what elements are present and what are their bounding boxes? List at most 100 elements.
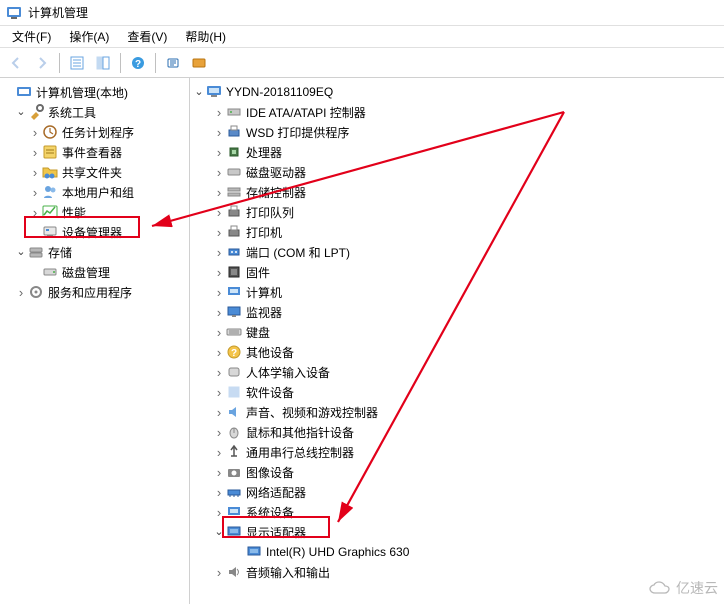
computer-management-icon xyxy=(16,84,32,100)
port-icon xyxy=(226,244,242,260)
sound-icon xyxy=(226,404,242,420)
tree-usb[interactable]: 通用串行总线控制器 xyxy=(190,442,724,462)
tree-disk-mgmt[interactable]: 磁盘管理 xyxy=(0,262,189,282)
expander-icon[interactable] xyxy=(212,205,226,219)
tree-shared-folders[interactable]: 共享文件夹 xyxy=(0,162,189,182)
menu-file[interactable]: 文件(F) xyxy=(4,26,59,47)
expander-icon[interactable] xyxy=(28,165,42,179)
tree-software-devices[interactable]: 软件设备 xyxy=(190,382,724,402)
tree-label: YYDN-20181109EQ xyxy=(226,85,333,99)
tree-system-devices[interactable]: 系统设备 xyxy=(190,502,724,522)
expander-icon[interactable] xyxy=(28,145,42,159)
svg-text:?: ? xyxy=(135,59,141,70)
expander-icon[interactable] xyxy=(212,405,226,419)
tree-ports[interactable]: 端口 (COM 和 LPT) xyxy=(190,242,724,262)
expander-icon[interactable] xyxy=(212,185,226,199)
tree-performance[interactable]: 性能 xyxy=(0,202,189,222)
tree-label: 处理器 xyxy=(246,144,282,161)
tree-gpu-item[interactable]: Intel(R) UHD Graphics 630 xyxy=(190,542,724,562)
expander-icon[interactable] xyxy=(212,145,226,159)
expander-icon[interactable] xyxy=(212,265,226,279)
help-button[interactable]: ? xyxy=(126,51,150,75)
tree-imaging[interactable]: 图像设备 xyxy=(190,462,724,482)
details-button[interactable] xyxy=(91,51,115,75)
tree-mice[interactable]: 鼠标和其他指针设备 xyxy=(190,422,724,442)
tree-system-tools[interactable]: 系统工具 xyxy=(0,102,189,122)
expander-icon[interactable] xyxy=(212,245,226,259)
expander-icon[interactable] xyxy=(28,185,42,199)
expander-icon[interactable] xyxy=(212,165,226,179)
monitor-icon xyxy=(226,304,242,320)
tree-storage-controllers[interactable]: 存储控制器 xyxy=(190,182,724,202)
expander-icon[interactable] xyxy=(212,445,226,459)
tree-printers[interactable]: 打印机 xyxy=(190,222,724,242)
event-icon xyxy=(42,144,58,160)
tree-monitors[interactable]: 监视器 xyxy=(190,302,724,322)
tree-label: 计算机 xyxy=(246,284,282,301)
options-button[interactable] xyxy=(65,51,89,75)
toolbar-separator xyxy=(120,53,121,73)
expander-icon[interactable] xyxy=(212,105,226,119)
expander-icon[interactable] xyxy=(212,225,226,239)
expander-icon[interactable] xyxy=(212,365,226,379)
action-button[interactable] xyxy=(187,51,211,75)
titlebar: 计算机管理 xyxy=(0,0,724,26)
expander-icon[interactable] xyxy=(14,105,28,119)
menu-help[interactable]: 帮助(H) xyxy=(177,26,234,47)
computer-icon xyxy=(206,84,222,100)
storage-icon xyxy=(28,244,44,260)
expander-icon[interactable] xyxy=(192,85,206,99)
tree-device-manager[interactable]: 设备管理器 xyxy=(0,222,189,242)
expander-icon[interactable] xyxy=(212,505,226,519)
tree-other-devices[interactable]: ? 其他设备 xyxy=(190,342,724,362)
tree-firmware[interactable]: 固件 xyxy=(190,262,724,282)
disk-mgmt-icon xyxy=(42,264,58,280)
tree-services-apps[interactable]: 服务和应用程序 xyxy=(0,282,189,302)
menu-view[interactable]: 查看(V) xyxy=(119,26,175,47)
tree-print-queues[interactable]: 打印队列 xyxy=(190,202,724,222)
expander-icon[interactable] xyxy=(14,285,28,299)
expander-icon[interactable] xyxy=(212,125,226,139)
forward-button[interactable] xyxy=(30,51,54,75)
left-tree-pane[interactable]: 计算机管理(本地) 系统工具 任务计划程序 事件查看器 xyxy=(0,78,190,604)
expander-icon[interactable] xyxy=(28,205,42,219)
tree-keyboards[interactable]: 键盘 xyxy=(190,322,724,342)
tree-root[interactable]: 计算机管理(本地) xyxy=(0,82,189,102)
menu-action[interactable]: 操作(A) xyxy=(61,26,117,47)
expander-icon[interactable] xyxy=(14,245,28,259)
tree-wsd[interactable]: WSD 打印提供程序 xyxy=(190,122,724,142)
toolbar-separator xyxy=(59,53,60,73)
back-button[interactable] xyxy=(4,51,28,75)
expander-icon[interactable] xyxy=(212,305,226,319)
tree-label: 系统设备 xyxy=(246,504,294,521)
tree-hid[interactable]: 人体学输入设备 xyxy=(190,362,724,382)
tree-local-users[interactable]: 本地用户和组 xyxy=(0,182,189,202)
expander-icon[interactable] xyxy=(212,345,226,359)
firmware-icon xyxy=(226,264,242,280)
tree-network[interactable]: 网络适配器 xyxy=(190,482,724,502)
refresh-button[interactable] xyxy=(161,51,185,75)
expander-icon[interactable] xyxy=(212,285,226,299)
expander-icon[interactable] xyxy=(212,465,226,479)
expander-icon[interactable] xyxy=(28,125,42,139)
tree-label: 打印机 xyxy=(246,224,282,241)
tree-event-viewer[interactable]: 事件查看器 xyxy=(0,142,189,162)
tree-audio-io[interactable]: 音频输入和输出 xyxy=(190,562,724,582)
expander-icon[interactable] xyxy=(212,525,226,539)
expander-icon[interactable] xyxy=(212,565,226,579)
right-tree-pane[interactable]: YYDN-20181109EQ IDE ATA/ATAPI 控制器 WSD 打印… xyxy=(190,78,724,604)
tree-display-adapters[interactable]: 显示适配器 xyxy=(190,522,724,542)
expander-icon[interactable] xyxy=(212,385,226,399)
tree-computer-cat[interactable]: 计算机 xyxy=(190,282,724,302)
tree-storage[interactable]: 存储 xyxy=(0,242,189,262)
tree-sound[interactable]: 声音、视频和游戏控制器 xyxy=(190,402,724,422)
tree-disk-drives[interactable]: 磁盘驱动器 xyxy=(190,162,724,182)
tree-computer-root[interactable]: YYDN-20181109EQ xyxy=(190,82,724,102)
tree-ide-atapi[interactable]: IDE ATA/ATAPI 控制器 xyxy=(190,102,724,122)
expander-icon[interactable] xyxy=(212,425,226,439)
tree-task-scheduler[interactable]: 任务计划程序 xyxy=(0,122,189,142)
expander-icon[interactable] xyxy=(212,325,226,339)
tree-cpu[interactable]: 处理器 xyxy=(190,142,724,162)
tree-label: WSD 打印提供程序 xyxy=(246,124,349,141)
expander-icon[interactable] xyxy=(212,485,226,499)
